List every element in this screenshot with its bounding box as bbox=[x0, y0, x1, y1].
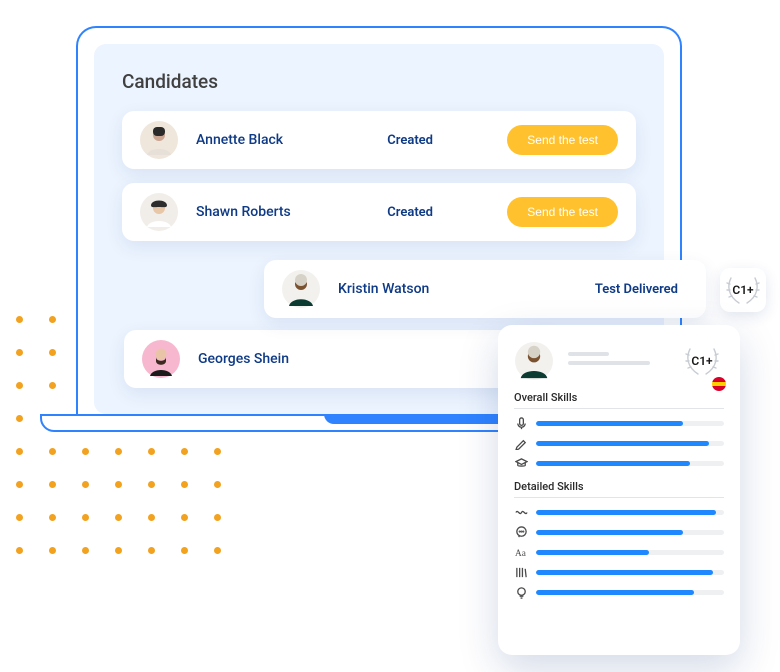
candidate-name: Annette Black bbox=[196, 132, 387, 148]
mic-icon bbox=[514, 417, 528, 430]
skill-bar bbox=[536, 441, 724, 446]
score-chip: C1+ bbox=[720, 268, 766, 312]
aa-icon: Aa bbox=[514, 546, 528, 559]
profile-name-placeholder bbox=[568, 352, 670, 370]
skill-bar bbox=[536, 550, 724, 555]
avatar bbox=[514, 341, 554, 381]
wave-icon bbox=[514, 506, 528, 519]
candidate-row[interactable]: Shawn Roberts Created Send the test bbox=[122, 183, 636, 241]
skill-row bbox=[514, 457, 724, 470]
candidate-name: Shawn Roberts bbox=[196, 204, 387, 220]
skill-bar bbox=[536, 570, 724, 575]
send-test-button[interactable]: Send the test bbox=[507, 125, 618, 155]
laptop-notch bbox=[324, 414, 514, 424]
skill-row bbox=[514, 417, 724, 430]
skill-row bbox=[514, 566, 724, 579]
candidate-name: Kristin Watson bbox=[338, 281, 538, 297]
candidate-name: Georges Shein bbox=[198, 351, 542, 367]
score-badge: C1+ bbox=[680, 341, 724, 381]
score-level: C1+ bbox=[691, 354, 712, 368]
skill-bar bbox=[536, 590, 724, 595]
flag-spain-icon bbox=[712, 377, 726, 391]
skill-row: Aa bbox=[514, 546, 724, 559]
skill-row bbox=[514, 506, 724, 519]
avatar bbox=[140, 121, 178, 159]
overall-skills-label: Overall Skills bbox=[514, 391, 724, 409]
speech-icon bbox=[514, 526, 528, 539]
send-test-button[interactable]: Send the test bbox=[507, 197, 618, 227]
bulb-icon bbox=[514, 586, 528, 599]
candidate-row[interactable]: Kristin Watson Test Delivered bbox=[264, 260, 706, 318]
skill-row bbox=[514, 437, 724, 450]
profile-panel: C1+ Overall Skills Detailed Skills Aa bbox=[498, 325, 740, 655]
avatar bbox=[140, 193, 178, 231]
skill-row bbox=[514, 586, 724, 599]
candidate-status: Created bbox=[387, 205, 507, 220]
skill-bar bbox=[536, 510, 724, 515]
candidate-row[interactable]: Georges Shein bbox=[124, 330, 560, 388]
candidate-status: Created bbox=[387, 133, 507, 148]
skill-bar bbox=[536, 530, 724, 535]
page-title: Candidates bbox=[122, 70, 636, 93]
candidate-status: Test Delivered bbox=[538, 282, 688, 297]
avatar bbox=[142, 340, 180, 378]
pencil-icon bbox=[514, 437, 528, 450]
skill-row bbox=[514, 526, 724, 539]
skill-bar bbox=[536, 421, 724, 426]
grad-icon bbox=[514, 457, 528, 470]
books-icon bbox=[514, 566, 528, 579]
avatar bbox=[282, 270, 320, 308]
skill-bar bbox=[536, 461, 724, 466]
detailed-skills-label: Detailed Skills bbox=[514, 480, 724, 498]
candidate-row[interactable]: Annette Black Created Send the test bbox=[122, 111, 636, 169]
svg-text:Aa: Aa bbox=[515, 549, 526, 559]
score-level: C1+ bbox=[732, 283, 753, 297]
